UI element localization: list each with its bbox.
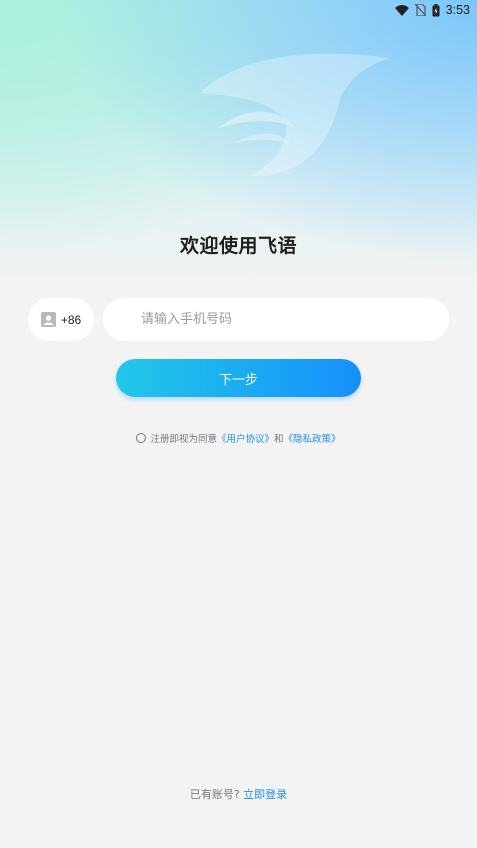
country-code-selector[interactable]: +86 (28, 298, 94, 341)
page-title: 欢迎使用飞语 (179, 235, 297, 257)
login-link[interactable]: 立即登录 (243, 788, 287, 801)
no-sim-icon (414, 4, 426, 16)
user-agreement-link[interactable]: 《用户协议》 (217, 431, 274, 445)
contact-icon (40, 312, 56, 327)
bird-logo-watermark (200, 53, 390, 177)
battery-icon (432, 3, 440, 16)
agreement-and: 和 (274, 434, 284, 445)
agreement-row: 注册即视为同意 《用户协议》 和 《隐私政策》 (0, 431, 477, 445)
status-time: 3:53 (445, 3, 470, 17)
login-prompt-text: 已有账号? (189, 788, 240, 801)
status-bar: 3:53 (0, 0, 477, 20)
next-button[interactable]: 下一步 (116, 359, 361, 397)
agreement-checkbox[interactable] (136, 433, 147, 443)
phone-number-input[interactable] (103, 298, 449, 341)
privacy-policy-link[interactable]: 《隐私政策》 (284, 431, 341, 445)
login-prompt: 已有账号? 立即登录 (0, 786, 477, 802)
country-code-label: +86 (60, 312, 82, 327)
agreement-prefix: 注册即视为同意 (150, 434, 217, 445)
wifi-icon (394, 4, 409, 16)
